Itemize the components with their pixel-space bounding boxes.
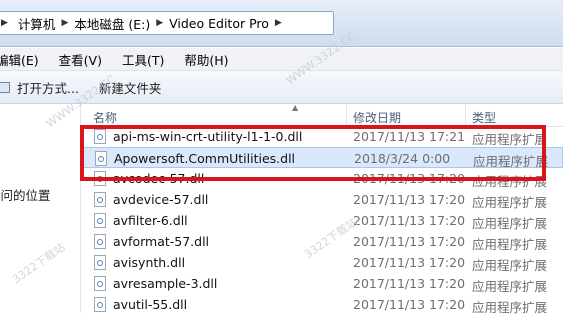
new-folder-button[interactable]: 新建文件夹 — [99, 78, 162, 97]
command-bar: 打开方式... 新建文件夹 — [0, 71, 563, 104]
dll-file-icon — [94, 213, 106, 228]
file-type: 应用程序扩展 — [472, 174, 548, 189]
file-row[interactable]: avresample-3.dll 2017/11/13 17:20 应用程序扩展 — [81, 273, 563, 294]
breadcrumb-drive-e[interactable]: 本地磁盘 (E:) — [74, 14, 150, 33]
dll-file-icon — [94, 234, 106, 249]
window-icon — [0, 81, 10, 93]
file-list: api-ms-win-crt-utility-l1-1-0.dll 2017/11… — [81, 126, 563, 315]
dll-file-icon — [95, 151, 107, 166]
chevron-right-icon[interactable]: ▶ — [156, 18, 163, 28]
menu-bar: 编辑(E) 查看(V) 工具(T) 帮助(H) — [0, 48, 563, 71]
file-modified-date: 2017/11/13 17:20 — [353, 255, 466, 270]
file-modified-date: 2017/11/13 17:20 — [353, 171, 466, 186]
file-type: 应用程序扩展 — [472, 195, 548, 210]
nav-item-recent-places[interactable]: 访问的位置 — [0, 185, 51, 204]
file-row[interactable]: Apowersoft.CommUtilities.dll 2018/3/24 0:… — [81, 147, 563, 169]
file-name: api-ms-win-crt-utility-l1-1-0.dll — [113, 129, 303, 144]
dll-file-icon — [94, 276, 106, 291]
column-name[interactable]: 名称 — [93, 109, 117, 126]
dll-file-icon — [94, 255, 106, 270]
file-row[interactable]: avdevice-57.dll 2017/11/13 17:20 应用程序扩展 — [81, 189, 563, 210]
column-divider[interactable] — [465, 104, 466, 126]
column-modified[interactable]: 修改日期 — [353, 109, 401, 126]
file-modified-date: 2018/3/24 0:00 — [354, 151, 451, 166]
file-row[interactable]: avisynth.dll 2017/11/13 17:20 应用程序扩展 — [81, 252, 563, 273]
menu-view[interactable]: 查看(V) — [59, 50, 102, 69]
breadcrumb-computer[interactable]: 计算机 — [18, 14, 56, 33]
address-bar[interactable]: ▶ 计算机 ▶ 本地磁盘 (E:) ▶ Video Editor Pro ▶ — [0, 11, 334, 35]
file-modified-date: 2017/11/13 17:20 — [353, 297, 466, 312]
file-modified-date: 2017/11/13 17:20 — [353, 192, 466, 207]
dll-file-icon — [94, 171, 106, 186]
chevron-right-icon: ▶ — [1, 18, 8, 28]
column-type[interactable]: 类型 — [472, 109, 496, 126]
file-type: 应用程序扩展 — [472, 300, 548, 315]
file-row[interactable]: avcodec-57.dll 2017/11/13 17:20 应用程序扩展 — [81, 168, 563, 189]
file-name: avfilter-6.dll — [113, 213, 188, 228]
file-row[interactable]: avfilter-6.dll 2017/11/13 17:20 应用程序扩展 — [81, 210, 563, 231]
dll-file-icon — [94, 297, 106, 312]
file-modified-date: 2017/11/13 17:20 — [353, 213, 466, 228]
file-type: 应用程序扩展 — [472, 216, 548, 231]
file-name: avutil-55.dll — [113, 297, 188, 312]
open-with-button[interactable]: 打开方式... — [0, 78, 79, 97]
file-type: 应用程序扩展 — [472, 132, 548, 147]
file-type: 应用程序扩展 — [472, 258, 548, 273]
dll-file-icon — [94, 192, 106, 207]
breadcrumb-video-editor-pro[interactable]: Video Editor Pro — [169, 16, 269, 31]
file-name: avdevice-57.dll — [113, 192, 209, 207]
file-name: avisynth.dll — [113, 255, 186, 270]
file-name: avcodec-57.dll — [113, 171, 205, 186]
file-modified-date: 2017/11/13 17:21 — [353, 129, 466, 144]
menu-help[interactable]: 帮助(H) — [184, 50, 228, 69]
file-type: 应用程序扩展 — [472, 279, 548, 294]
chevron-right-icon[interactable]: ▶ — [61, 18, 68, 28]
file-row[interactable]: avformat-57.dll 2017/11/13 17:20 应用程序扩展 — [81, 231, 563, 252]
file-modified-date: 2017/11/13 17:20 — [353, 234, 466, 249]
sort-up-icon: ▲ — [292, 103, 299, 112]
column-header: ▲ 名称 修改日期 类型 — [81, 103, 563, 127]
file-name: Apowersoft.CommUtilities.dll — [114, 151, 296, 166]
file-modified-date: 2017/11/13 17:20 — [353, 276, 466, 291]
navigation-pane: 访问的位置 — [0, 104, 81, 313]
menu-edit[interactable]: 编辑(E) — [0, 50, 39, 69]
file-row[interactable]: api-ms-win-crt-utility-l1-1-0.dll 2017/11… — [81, 126, 563, 147]
new-folder-label: 新建文件夹 — [98, 80, 162, 96]
dll-file-icon — [94, 129, 106, 144]
column-divider[interactable] — [346, 104, 347, 126]
open-with-label: 打开方式... — [17, 80, 79, 96]
menu-tools[interactable]: 工具(T) — [122, 50, 164, 69]
file-name: avresample-3.dll — [113, 276, 218, 291]
file-row[interactable]: avutil-55.dll 2017/11/13 17:20 应用程序扩展 — [81, 294, 563, 315]
file-name: avformat-57.dll — [113, 234, 210, 249]
chevron-right-icon[interactable]: ▶ — [275, 18, 282, 28]
title-area: ▶ 计算机 ▶ 本地磁盘 (E:) ▶ Video Editor Pro ▶ — [0, 0, 563, 47]
file-type: 应用程序扩展 — [472, 237, 548, 252]
